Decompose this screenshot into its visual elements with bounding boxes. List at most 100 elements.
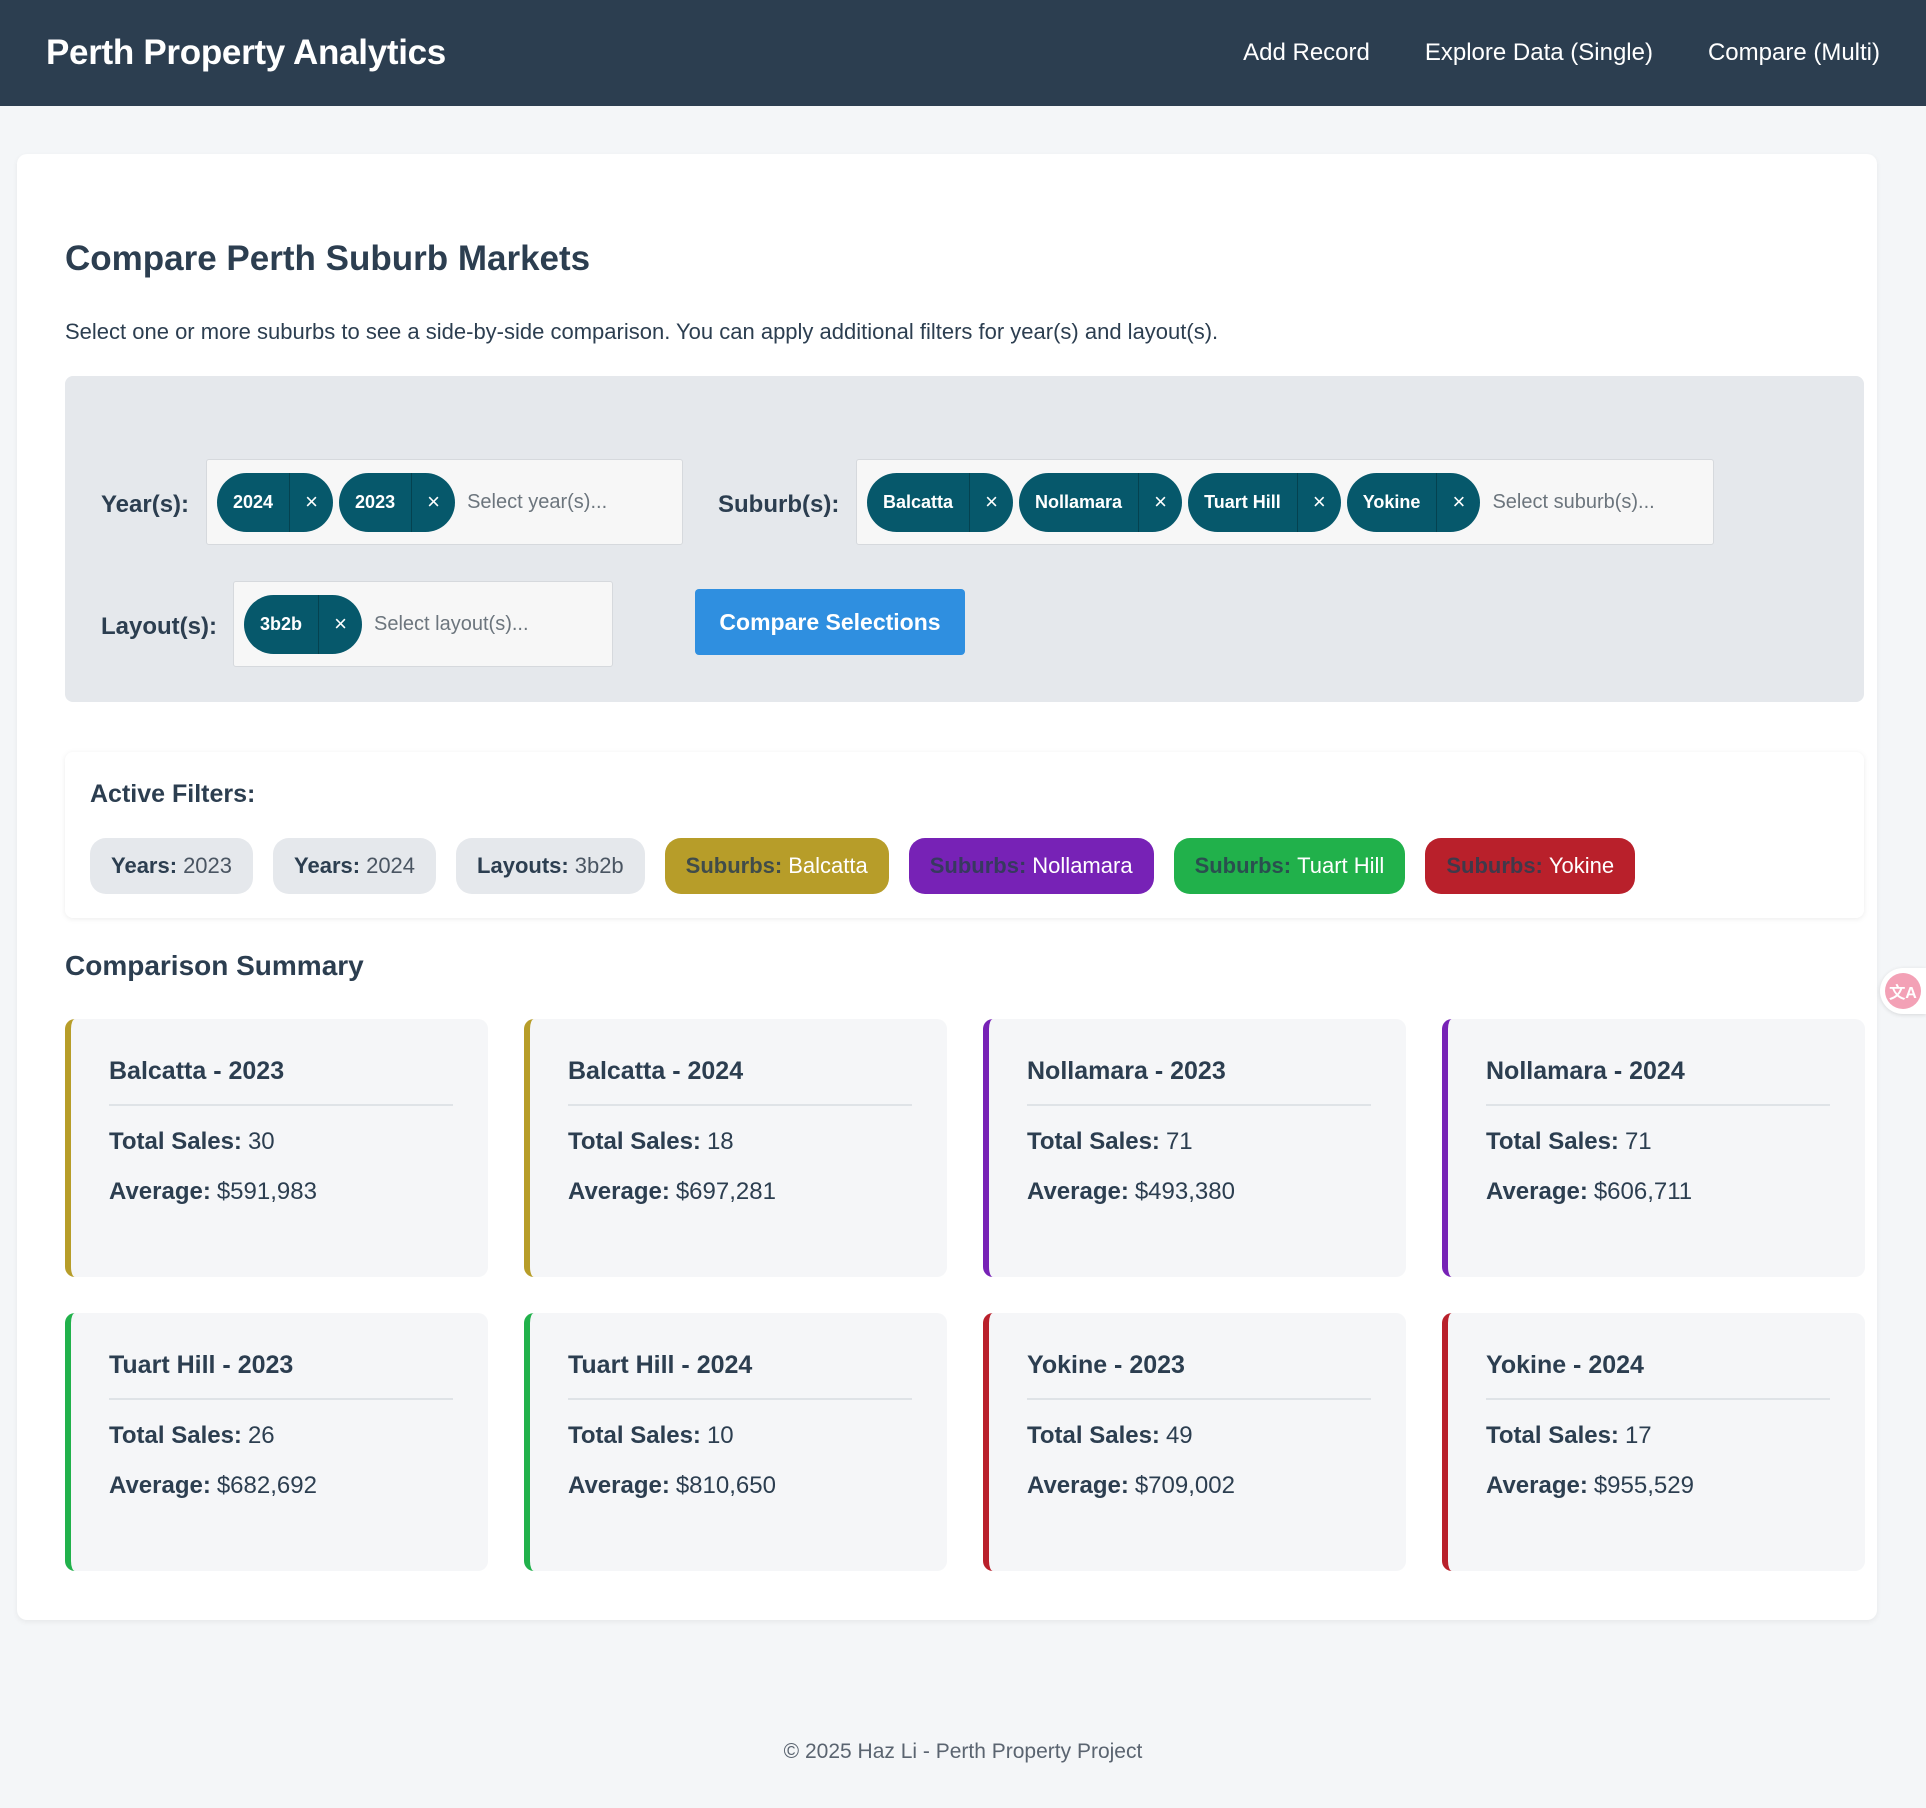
total-sales-label: Total Sales: bbox=[1486, 1422, 1619, 1449]
average-row: Average: $810,650 bbox=[568, 1472, 911, 1500]
suburb-chip: Tuart Hill × bbox=[1188, 472, 1341, 532]
brand-title[interactable]: Perth Property Analytics bbox=[46, 33, 446, 73]
pill-key: Suburbs: bbox=[685, 853, 783, 878]
chip-label: Balcatta bbox=[883, 491, 954, 512]
summary-card: Balcatta - 2023 Total Sales: 30 Average: $59… bbox=[65, 1019, 488, 1277]
average-label: Average: bbox=[568, 1472, 670, 1499]
total-sales-label: Total Sales: bbox=[568, 1422, 701, 1449]
pill-value: 2023 bbox=[183, 853, 233, 878]
page-title: Compare Perth Suburb Markets bbox=[65, 239, 591, 278]
active-filter-pill: Suburbs: Tuart Hill bbox=[1173, 838, 1406, 894]
total-sales-row: Total Sales: 17 bbox=[1486, 1422, 1829, 1450]
active-filters-title: Active Filters: bbox=[90, 780, 256, 808]
total-sales-value: 17 bbox=[1624, 1422, 1652, 1449]
remove-chip-icon[interactable]: × bbox=[1436, 472, 1480, 532]
layouts-multiselect[interactable]: 3b2b × Select layout(s)... bbox=[233, 581, 613, 667]
remove-chip-icon[interactable]: × bbox=[411, 472, 455, 532]
total-sales-label: Total Sales: bbox=[568, 1128, 701, 1155]
summary-card: Balcatta - 2024 Total Sales: 18 Average: $69… bbox=[524, 1019, 947, 1277]
chip-label: Nollamara bbox=[1035, 491, 1123, 512]
card-title: Balcatta - 2024 bbox=[568, 1057, 912, 1106]
total-sales-value: 71 bbox=[1624, 1128, 1652, 1155]
active-filter-pill: Years: 2023 bbox=[90, 838, 254, 894]
suburbs-placeholder[interactable]: Select suburb(s)... bbox=[1492, 491, 1654, 514]
layout-chip: 3b2b × bbox=[244, 594, 363, 654]
remove-chip-icon[interactable]: × bbox=[318, 594, 362, 654]
pill-key: Years: bbox=[111, 853, 178, 878]
pill-key: Years: bbox=[294, 853, 361, 878]
card-title: Yokine - 2024 bbox=[1486, 1351, 1830, 1400]
summary-card: Nollamara - 2024 Total Sales: 71 Average: $6… bbox=[1442, 1019, 1865, 1277]
filter-panel: Year(s): 2024 × 2023 × Select year(s)...… bbox=[65, 376, 1864, 702]
average-value: $697,281 bbox=[675, 1178, 776, 1205]
total-sales-row: Total Sales: 71 bbox=[1027, 1128, 1370, 1156]
average-value: $591,983 bbox=[216, 1178, 317, 1205]
total-sales-value: 49 bbox=[1165, 1422, 1193, 1449]
pill-key: Suburbs: bbox=[929, 853, 1027, 878]
layouts-label: Layout(s): bbox=[101, 613, 217, 640]
total-sales-row: Total Sales: 26 bbox=[109, 1422, 452, 1450]
average-row: Average: $955,529 bbox=[1486, 1472, 1829, 1500]
suburbs-label: Suburb(s): bbox=[718, 491, 840, 518]
total-sales-value: 71 bbox=[1165, 1128, 1193, 1155]
active-filter-pill: Suburbs: Balcatta bbox=[664, 838, 889, 894]
nav-add-record[interactable]: Add Record bbox=[1243, 39, 1370, 67]
average-value: $810,650 bbox=[675, 1472, 776, 1499]
total-sales-row: Total Sales: 10 bbox=[568, 1422, 911, 1450]
remove-chip-icon[interactable]: × bbox=[1138, 472, 1182, 532]
card-title: Yokine - 2023 bbox=[1027, 1351, 1371, 1400]
years-multiselect[interactable]: 2024 × 2023 × Select year(s)... bbox=[206, 459, 683, 545]
remove-chip-icon[interactable]: × bbox=[969, 472, 1013, 532]
average-value: $955,529 bbox=[1593, 1472, 1694, 1499]
years-label: Year(s): bbox=[101, 491, 190, 518]
page-description: Select one or more suburbs to see a side… bbox=[65, 319, 1219, 344]
average-row: Average: $493,380 bbox=[1027, 1178, 1370, 1206]
remove-chip-icon[interactable]: × bbox=[289, 472, 333, 532]
compare-selections-button[interactable]: Compare Selections bbox=[695, 589, 965, 655]
chip-label: 2024 bbox=[233, 491, 274, 512]
translate-icon[interactable]: 文A bbox=[1885, 973, 1921, 1009]
total-sales-value: 30 bbox=[247, 1128, 275, 1155]
total-sales-value: 10 bbox=[706, 1422, 734, 1449]
active-filter-pill: Layouts: 3b2b bbox=[456, 838, 645, 894]
average-value: $682,692 bbox=[216, 1472, 317, 1499]
average-row: Average: $709,002 bbox=[1027, 1472, 1370, 1500]
comparison-summary-title: Comparison Summary bbox=[65, 950, 364, 981]
years-placeholder[interactable]: Select year(s)... bbox=[467, 491, 607, 514]
top-navbar: Perth Property Analytics Add Record Expl… bbox=[0, 0, 1926, 106]
total-sales-value: 26 bbox=[247, 1422, 275, 1449]
remove-chip-icon[interactable]: × bbox=[1296, 472, 1341, 532]
summary-card: Tuart Hill - 2024 Total Sales: 10 Average: $… bbox=[524, 1313, 947, 1571]
card-title: Balcatta - 2023 bbox=[109, 1057, 453, 1106]
pill-value: Nollamara bbox=[1032, 853, 1133, 878]
nav-compare-multi[interactable]: Compare (Multi) bbox=[1708, 39, 1880, 67]
average-label: Average: bbox=[1027, 1178, 1129, 1205]
chip-label: 3b2b bbox=[260, 613, 303, 634]
pill-value: Balcatta bbox=[788, 853, 868, 878]
active-filter-pill: Suburbs: Nollamara bbox=[908, 838, 1154, 894]
total-sales-label: Total Sales: bbox=[109, 1422, 242, 1449]
average-label: Average: bbox=[109, 1472, 211, 1499]
average-label: Average: bbox=[1486, 1178, 1588, 1205]
suburb-chip: Yokine × bbox=[1346, 472, 1481, 532]
pill-key: Layouts: bbox=[477, 853, 569, 878]
nav-explore-data[interactable]: Explore Data (Single) bbox=[1425, 39, 1653, 67]
summary-card: Yokine - 2023 Total Sales: 49 Average: $709,… bbox=[983, 1313, 1406, 1571]
average-label: Average: bbox=[1027, 1472, 1129, 1499]
pill-value: Yokine bbox=[1548, 853, 1615, 878]
year-chip: 2024 × bbox=[217, 472, 334, 532]
pill-key: Suburbs: bbox=[1446, 853, 1543, 878]
pill-value: 3b2b bbox=[574, 853, 624, 878]
suburbs-multiselect[interactable]: Balcatta × Nollamara × Tuart Hill × Yoki… bbox=[856, 459, 1714, 545]
active-filters-box: Active Filters: Years: 2023 Years: 2024 Layo… bbox=[65, 752, 1864, 918]
average-value: $493,380 bbox=[1134, 1178, 1235, 1205]
card-title: Nollamara - 2024 bbox=[1486, 1057, 1830, 1106]
nav-links: Add Record Explore Data (Single) Compare… bbox=[1243, 39, 1880, 67]
chip-label: 2023 bbox=[355, 491, 396, 512]
chip-label: Tuart Hill bbox=[1204, 491, 1281, 512]
translate-widget[interactable]: 文A bbox=[1880, 968, 1926, 1014]
layouts-placeholder[interactable]: Select layout(s)... bbox=[374, 613, 529, 636]
total-sales-label: Total Sales: bbox=[109, 1128, 242, 1155]
summary-card: Yokine - 2024 Total Sales: 17 Average: $955,… bbox=[1442, 1313, 1865, 1571]
pill-value: Tuart Hill bbox=[1297, 853, 1385, 878]
